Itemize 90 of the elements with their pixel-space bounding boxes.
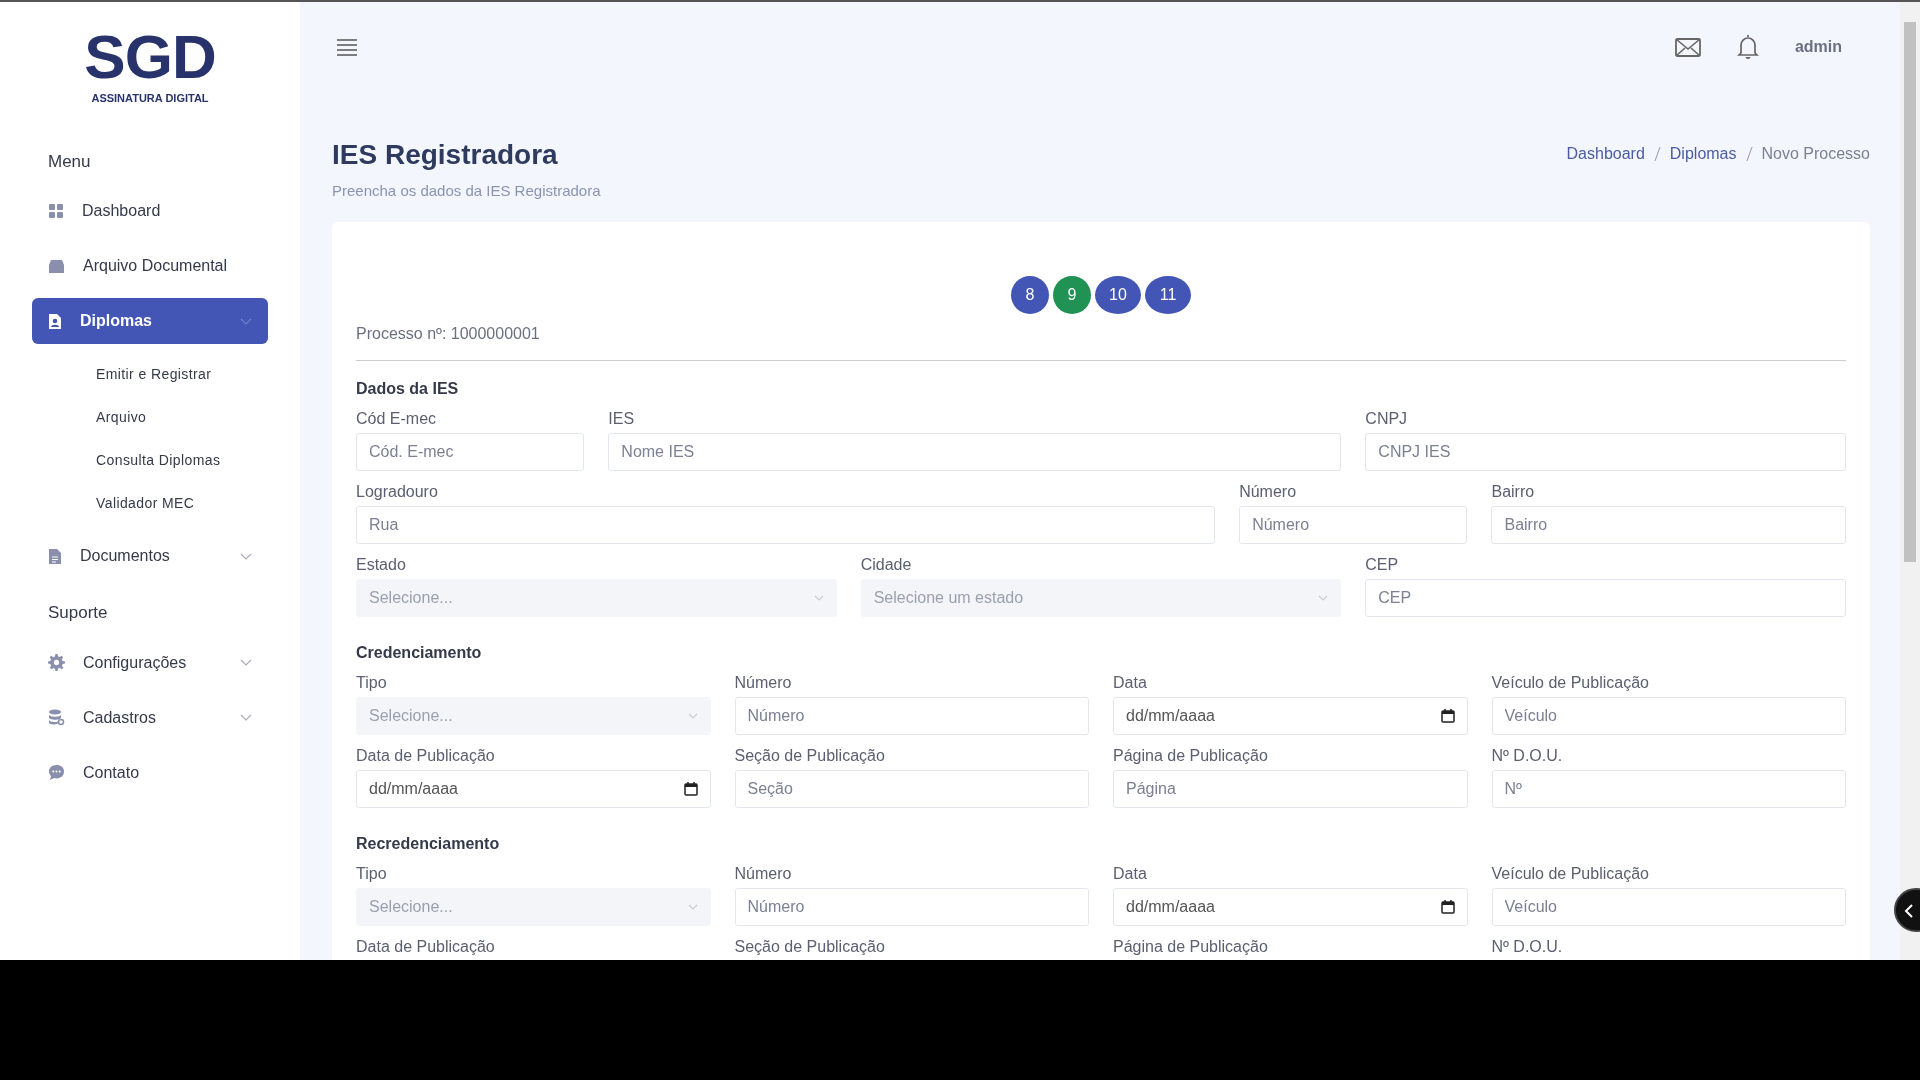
input-field[interactable]: Nº	[1491, 770, 1846, 809]
submenu-item[interactable]: Validador MEC	[32, 482, 195, 525]
field-label: Data de Publicação	[356, 746, 496, 767]
field-label: Cód E-mec	[356, 409, 438, 430]
section-title: Dados da IES	[356, 379, 460, 400]
step-indicator[interactable]: 11	[1145, 276, 1191, 315]
notification-bell-icon[interactable]	[1736, 34, 1759, 60]
section-title: Recredenciamento	[356, 834, 501, 855]
sidebar-heading: Suporte	[47, 602, 109, 624]
sidebar-item[interactable]: Arquivo Documental	[32, 243, 268, 289]
grid-icon	[48, 203, 64, 219]
field-label: Bairro	[1491, 482, 1536, 503]
process-number: Processo nº: 1000000001	[356, 324, 541, 345]
field-label: CNPJ	[1365, 409, 1409, 430]
sidebar-item[interactable]: Contato	[32, 749, 268, 796]
input-field[interactable]: Cód. E-mec	[356, 433, 585, 472]
input-field[interactable]: Veículo	[1491, 888, 1846, 927]
scrollbar[interactable]	[1900, 2, 1920, 960]
chevron-icon	[1318, 595, 1329, 602]
calendar-icon	[1440, 709, 1455, 724]
page-subtitle: Preencha os dados da IES Registradora	[332, 180, 601, 201]
field-label: CEP	[1365, 555, 1400, 576]
input-field[interactable]: CNPJ IES	[1365, 433, 1846, 472]
field-label: Nº D.O.U.	[1491, 746, 1564, 767]
input-field[interactable]: Seção	[734, 770, 1089, 809]
chevron-icon	[687, 904, 698, 911]
breadcrumb-link[interactable]: Dashboard	[1566, 142, 1645, 166]
date-field[interactable]: dd/mm/aaaa	[1113, 888, 1468, 927]
field-label: Data	[1113, 864, 1148, 885]
submenu-item[interactable]: Arquivo	[32, 396, 147, 439]
mail-icon[interactable]	[1674, 37, 1701, 57]
document-icon	[48, 547, 62, 565]
field-label: Tipo	[356, 864, 388, 885]
chevron-icon	[687, 713, 698, 720]
input-field[interactable]: Veículo	[1491, 697, 1846, 736]
submenu-item[interactable]: Consulta Diplomas	[32, 439, 221, 482]
calendar-icon	[1440, 900, 1455, 915]
step-indicator[interactable]: 10	[1095, 276, 1141, 315]
chevron-icon	[813, 595, 824, 602]
sidebar-item[interactable]: Cadastros	[32, 694, 268, 741]
input-field[interactable]: Rua	[356, 506, 1216, 545]
submenu-item[interactable]: Emitir e Registrar	[32, 353, 212, 396]
field-label: Estado	[356, 555, 407, 576]
sidebar-item[interactable]: Documentos	[32, 533, 268, 579]
field-label: Página de Publicação	[1113, 746, 1269, 767]
input-field[interactable]: Número	[734, 697, 1089, 736]
date-field[interactable]: dd/mm/aaaa	[356, 770, 711, 809]
field-label: Veículo de Publicação	[1491, 864, 1650, 885]
input-field[interactable]: CEP	[1365, 579, 1846, 618]
database-icon	[48, 709, 65, 726]
input-field[interactable]: Número	[734, 888, 1089, 927]
sidebar-heading: Menu	[47, 150, 92, 173]
logo-subtitle: ASSINATURA DIGITAL	[90, 91, 210, 106]
page-title: IES Registradora	[332, 138, 559, 172]
input-field[interactable]: Página	[1113, 770, 1468, 809]
section-title: Credenciamento	[356, 643, 483, 664]
chat-bubble-icon	[48, 764, 65, 781]
breadcrumb-link[interactable]: Diplomas	[1669, 142, 1737, 166]
user-name[interactable]: admin	[1794, 35, 1842, 59]
input-field[interactable]: Número	[1239, 506, 1468, 545]
input-field[interactable]: Nome IES	[608, 433, 1342, 472]
field-label: Data de Publicação	[356, 937, 496, 958]
field-label: IES	[608, 409, 636, 430]
gear-icon	[48, 654, 65, 671]
date-field[interactable]: dd/mm/aaaa	[1113, 697, 1468, 736]
sidebar-item[interactable]: Dashboard	[32, 188, 268, 234]
field-label: Nº D.O.U.	[1491, 937, 1564, 958]
menu-icon[interactable]	[336, 38, 358, 56]
field-label: Página de Publicação	[1113, 937, 1269, 958]
field-label: Seção de Publicação	[734, 746, 886, 767]
field-label: Data	[1113, 673, 1148, 694]
field-label: Veículo de Publicação	[1491, 673, 1650, 694]
breadcrumb-current: Novo Processo	[1761, 144, 1870, 164]
field-label: Seção de Publicação	[734, 937, 886, 958]
field-label: Tipo	[356, 673, 388, 694]
step-indicator[interactable]: 9	[1053, 276, 1091, 315]
id-badge-icon	[48, 312, 62, 330]
sidebar-item[interactable]: Diplomas	[32, 298, 268, 344]
input-field[interactable]: Bairro	[1491, 506, 1846, 545]
logo-title: SGD	[83, 26, 217, 88]
field-label: Número	[734, 673, 793, 694]
field-label: Número	[1239, 482, 1298, 503]
field-label: Logradouro	[356, 482, 439, 503]
field-label: Cidade	[860, 555, 913, 576]
calendar-icon	[683, 782, 698, 797]
sidebar-item[interactable]: Configurações	[32, 639, 268, 686]
tray-icon	[48, 258, 65, 274]
chevron-left-icon	[1904, 903, 1914, 918]
field-label: Número	[734, 864, 793, 885]
step-indicator[interactable]: 8	[1011, 276, 1049, 315]
